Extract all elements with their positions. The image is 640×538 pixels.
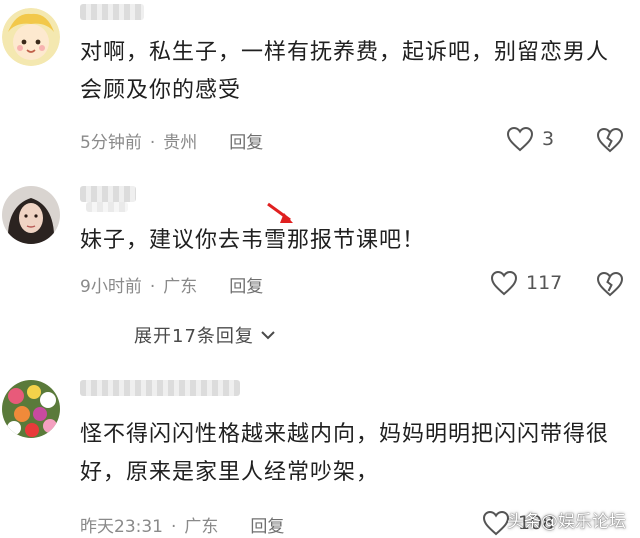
photo-avatar-icon — [2, 186, 60, 244]
username-blurred[interactable] — [80, 4, 144, 20]
comment-time: 5分钟前 — [80, 133, 142, 153]
like-button[interactable]: 117 — [490, 270, 562, 296]
separator-dot: · — [149, 277, 156, 297]
reply-button[interactable]: 回复 — [229, 277, 263, 297]
comment-text: 怪不得闪闪性格越来越内向，妈妈明明把闪闪带得很好，原来是家里人经常吵架， — [80, 422, 610, 485]
avatar-2[interactable] — [2, 186, 60, 244]
flowers-avatar-icon — [2, 380, 60, 438]
comment-meta: 昨天23:31 · 广东 回复 — [80, 512, 284, 537]
heart-outline-icon — [482, 510, 510, 536]
comment-time: 9小时前 — [80, 277, 142, 297]
like-button[interactable]: 3 — [506, 126, 554, 152]
like-count: 117 — [526, 272, 563, 294]
username-blurred-extra — [86, 202, 128, 212]
comment-location: 广东 — [184, 517, 219, 537]
like-count: 3 — [542, 128, 555, 150]
comment-text: 妹子，建议你去韦雪那报节课吧！ — [80, 228, 426, 253]
comment-location: 广东 — [163, 277, 198, 297]
watermark: 头条@娱乐论坛 — [507, 512, 626, 532]
separator-dot: · — [149, 133, 156, 153]
heart-outline-icon — [490, 270, 518, 296]
broken-heart-icon[interactable] — [596, 127, 624, 153]
expand-replies-button[interactable]: 展开17条回复 — [134, 322, 276, 348]
reply-button[interactable]: 回复 — [250, 517, 284, 537]
heart-outline-icon — [506, 126, 534, 152]
separator-dot: · — [171, 517, 177, 537]
username-blurred[interactable] — [80, 186, 136, 202]
comment-time: 昨天23:31 — [80, 517, 163, 537]
cartoon-avatar-icon — [2, 8, 60, 66]
username-blurred[interactable] — [80, 380, 240, 396]
comment-meta: 5分钟前 · 贵州 回复 — [80, 128, 263, 153]
reply-button[interactable]: 回复 — [229, 133, 263, 153]
chevron-down-icon — [261, 331, 275, 340]
broken-heart-icon[interactable] — [596, 271, 624, 297]
comment-text: 对啊，私生子，一样有抚养费，起诉吧，别留恋男人会顾及你的感受 — [80, 40, 610, 103]
avatar-1[interactable] — [2, 8, 60, 66]
comment-location: 贵州 — [163, 133, 198, 153]
comment-meta: 9小时前 · 广东 回复 — [80, 272, 263, 297]
expand-replies-label: 展开17条回复 — [134, 326, 254, 347]
avatar-3[interactable] — [2, 380, 60, 438]
